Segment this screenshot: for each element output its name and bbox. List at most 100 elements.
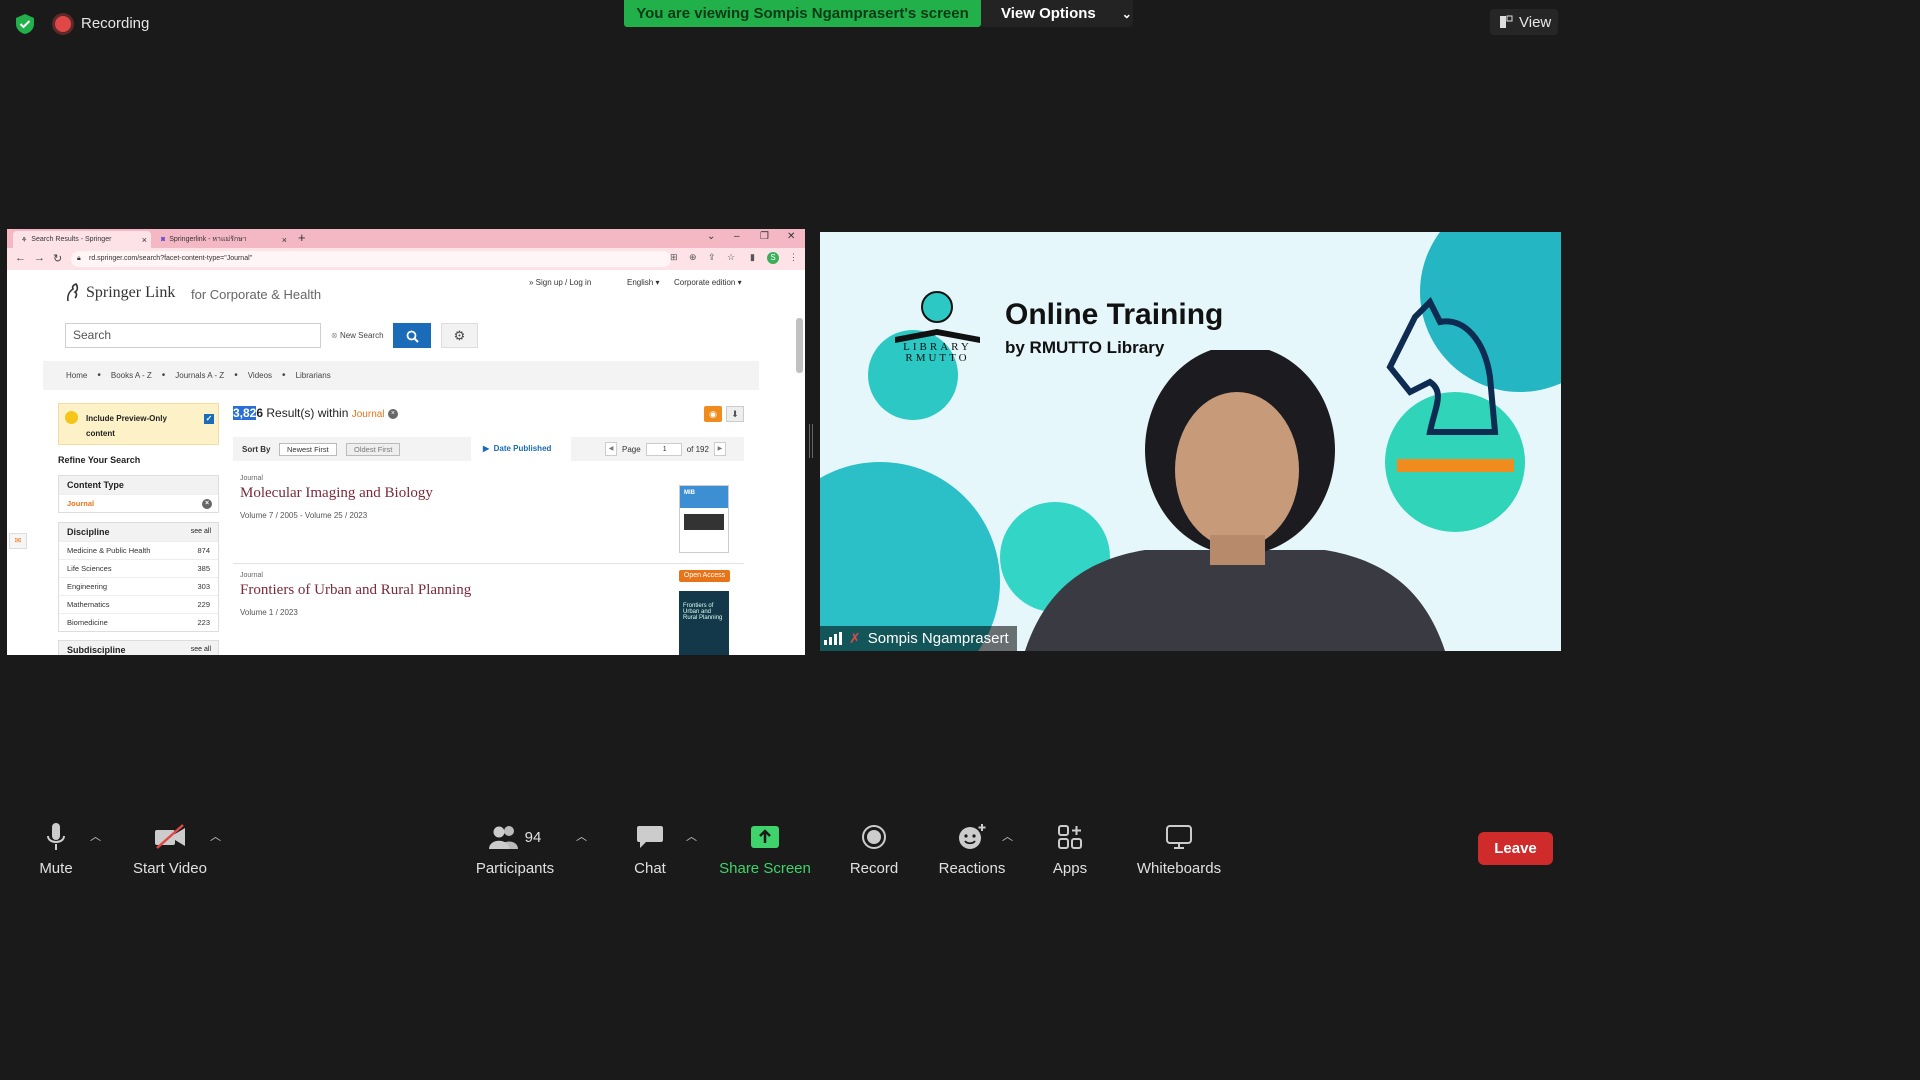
restore-icon[interactable]: ❐ [760,231,769,242]
result-title-link[interactable]: Molecular Imaging and Biology [240,485,740,502]
nav-books[interactable]: Books A - Z [111,371,152,380]
back-icon[interactable]: ← [15,252,26,264]
chat-button[interactable]: Chat [600,820,700,877]
tab-search-icon[interactable]: ⌄ [707,231,715,242]
reactions-caret-icon[interactable]: ︿ [1002,828,1013,844]
edition-select[interactable]: Corporate edition ▾ [674,278,742,287]
facet-header: Content Type [59,476,218,494]
next-page-icon[interactable]: ▶ [713,442,726,456]
layout-icon [1500,15,1513,28]
remove-filter-icon[interactable]: × [202,499,212,509]
panel-resize-handle[interactable] [809,424,813,458]
facet-row[interactable]: Mathematics 229 [59,595,218,613]
subdiscipline-header: Subdiscipline [67,645,126,655]
facet-row[interactable]: Medicine & Public Health 874 [59,541,218,559]
feedback-mail-icon[interactable]: ✉ [9,533,27,549]
mute-label: Mute [39,860,73,877]
recording-label[interactable]: Recording [81,15,149,32]
minimize-icon[interactable]: – [734,231,740,242]
url-field[interactable]: 🔒︎ rd.springer.com/search?facet-content-… [71,251,671,267]
preview-label: Include Preview-Only content [86,414,167,438]
download-icon[interactable]: ⬇ [726,406,744,422]
search-button[interactable] [393,323,431,348]
whiteboards-label: Whiteboards [1136,860,1222,877]
view-options-button[interactable]: View Options ⌄ [981,0,1133,27]
see-all-link[interactable]: see all [191,523,211,541]
browser-tab-springerlink[interactable]: ◙ Springerlink - หาแม่รักษา × [153,231,291,248]
journal-cover-image[interactable]: Frontiers of Urban and Rural Planning [679,591,729,655]
profile-avatar[interactable]: S [767,252,779,264]
reload-icon[interactable]: ↻ [53,252,62,265]
search-settings-button[interactable]: ⚙ [441,323,478,348]
page-scrollbar[interactable] [796,318,803,373]
separator-dot: • [234,370,238,381]
start-video-button[interactable]: Start Video [120,820,220,877]
see-all-link[interactable]: see all [191,641,211,655]
journal-cover-image[interactable]: MIB [679,485,729,553]
browser-tab-search-results[interactable]: ⚘ Search Results - Springer × [13,231,151,248]
facet-row[interactable]: Engineering 303 [59,577,218,595]
close-tab-icon[interactable]: × [282,235,287,245]
new-tab-icon[interactable]: + [298,230,306,245]
facet-selected-journal[interactable]: Journal × [59,494,218,512]
security-shield-icon[interactable] [14,13,36,35]
close-window-icon[interactable]: ✕ [787,231,795,242]
remove-filter-icon[interactable]: × [387,408,398,419]
forward-icon[interactable]: → [34,252,45,264]
nav-home[interactable]: Home [66,371,87,380]
springer-logo[interactable]: Springer Link [65,283,175,303]
discipline-header: Discipline [67,527,110,537]
video-options-caret-icon[interactable]: ︿ [210,828,221,844]
prev-page-icon[interactable]: ◀ [605,442,617,456]
whiteboards-button[interactable]: Whiteboards [1129,820,1229,877]
record-icon [862,825,886,849]
chat-caret-icon[interactable]: ︿ [686,828,697,844]
zoom-icon[interactable]: ⊕ [689,252,697,263]
facet-count: 223 [197,618,210,627]
nav-librarians[interactable]: Librarians [296,371,331,380]
page-input[interactable]: 1 [645,442,682,456]
view-button[interactable]: View [1490,9,1558,35]
signup-link[interactable]: » Sign up / Log in [529,278,591,287]
cover-graphic [684,514,724,530]
translate-icon[interactable]: ⊞ [670,252,678,263]
rss-icon[interactable]: ◉ [704,406,722,422]
smiley-icon [959,824,986,849]
date-published-filter[interactable]: ▶ Date Published [471,437,571,461]
facet-header: Discipline see all [59,523,218,541]
side-panel-icon[interactable]: ▮ [750,252,755,263]
preview-checkbox[interactable]: ✓ [204,414,214,424]
results-count-highlight: 3,82 [233,406,257,420]
leave-button[interactable]: Leave [1478,832,1553,865]
gear-icon: ⚙ [453,328,466,343]
language-select[interactable]: English ▾ [627,278,660,287]
facet-count: 385 [197,564,210,573]
apps-button[interactable]: Apps [1020,820,1120,877]
bookmark-star-icon[interactable]: ☆ [727,252,735,263]
facet-row[interactable]: Life Sciences 385 [59,559,218,577]
page-label: Page [622,444,641,454]
results-within-value[interactable]: Journal [352,409,385,420]
close-tab-icon[interactable]: × [142,235,147,245]
open-access-badge: Open Access [679,570,730,582]
browser-menu-icon[interactable]: ⋮ [789,252,798,263]
result-kind: Journal [240,572,263,579]
apps-grid-icon [1058,825,1082,849]
share-screen-icon [751,826,779,848]
sort-newest-button[interactable]: Newest First [279,443,337,456]
participants-button[interactable]: 94 Participants [465,820,565,877]
new-search-link[interactable]: ⊗ New Search [327,323,393,348]
view-button-label: View [1519,13,1552,31]
share-page-icon[interactable]: ⇪ [708,252,716,263]
search-input[interactable]: Search [65,323,321,348]
participants-caret-icon[interactable]: ︿ [576,828,587,844]
result-title-link[interactable]: Frontiers of Urban and Rural Planning [240,582,740,599]
library-logo-text: LIBRARY RMUTTO [903,341,972,364]
share-screen-button[interactable]: Share Screen [715,820,815,877]
sort-oldest-button[interactable]: Oldest First [346,443,401,456]
facet-row[interactable]: Biomedicine 223 [59,613,218,631]
nav-videos[interactable]: Videos [248,371,272,380]
nav-journals[interactable]: Journals A - Z [175,371,224,380]
record-button[interactable]: Record [824,820,924,877]
audio-options-caret-icon[interactable]: ︿ [90,828,101,844]
